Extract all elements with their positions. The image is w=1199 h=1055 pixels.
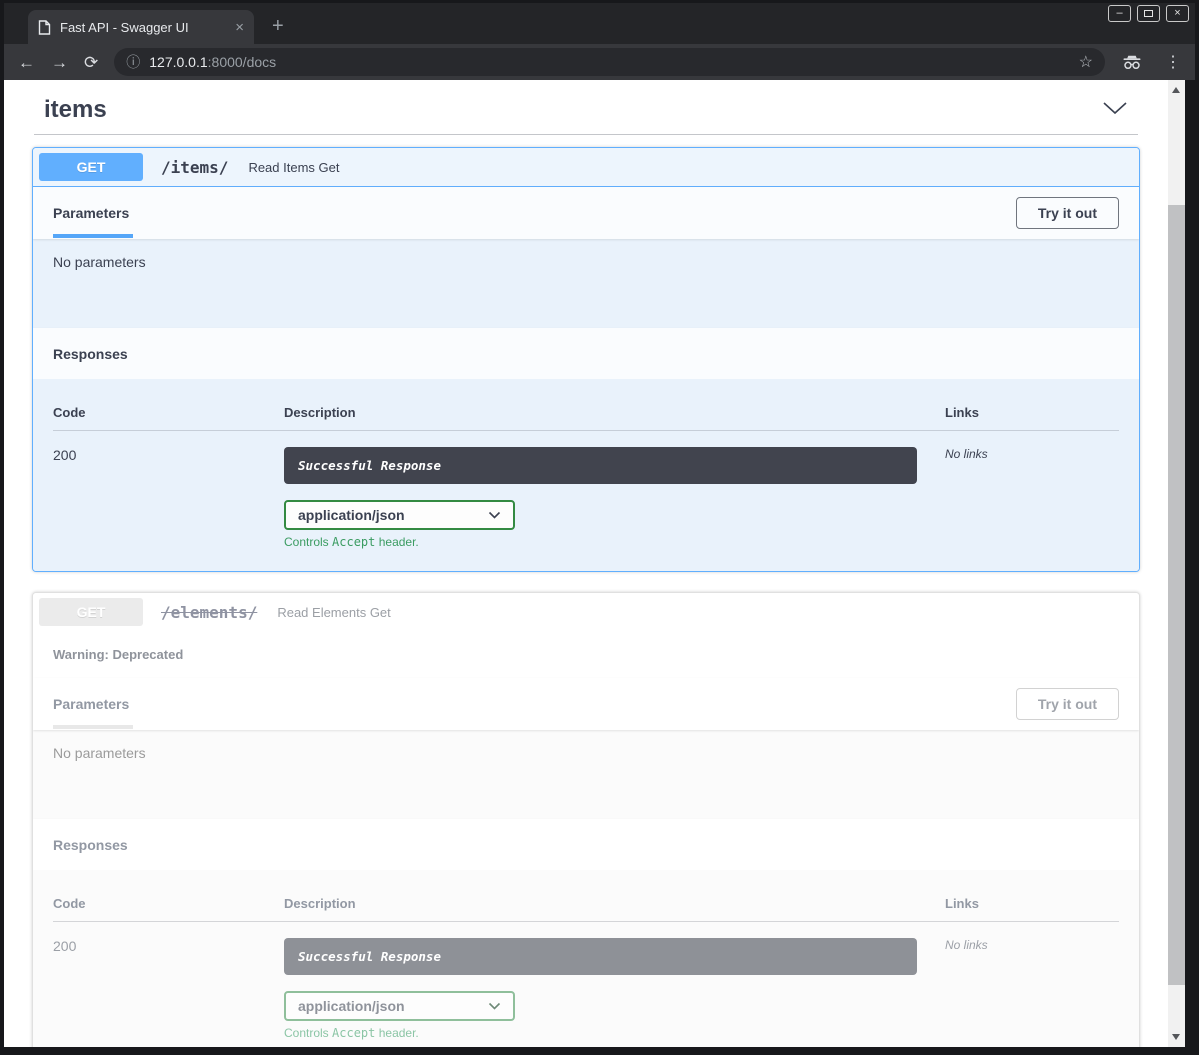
parameters-header: Parameters Try it out [33, 678, 1139, 730]
address-bar[interactable]: ⓘ 127.0.0.1:8000/docs ☆ [114, 48, 1105, 76]
reload-icon[interactable]: ⟳ [84, 54, 98, 71]
no-parameters-text: No parameters [33, 730, 1139, 819]
scrollbar-thumb[interactable] [1168, 205, 1185, 985]
browser-toolbar: ← → ⟳ ⓘ 127.0.0.1:8000/docs ☆ ⋮ [4, 44, 1195, 80]
response-description: Successful Response [284, 938, 917, 975]
responses-table: Code Description Links 200 Successful Re… [33, 379, 1139, 571]
new-tab-icon[interactable]: + [272, 15, 284, 38]
accept-note-mono: Accept [332, 535, 375, 549]
tag-title: items [44, 96, 107, 124]
opblock-get-items: GET /items/ Read Items Get Parameters Tr… [32, 147, 1140, 572]
accept-note-suffix: header. [375, 1026, 418, 1040]
accept-note-prefix: Controls [284, 1026, 332, 1040]
accept-header-note: Controls Accept header. [284, 535, 945, 549]
responses-label: Responses [53, 837, 128, 853]
response-code: 200 [53, 447, 284, 549]
response-description-cell: Successful Response application/json Con… [284, 447, 945, 549]
browser-window: Fast API - Swagger UI × + – × ← → ⟳ ⓘ 12… [0, 0, 1199, 1055]
try-it-out-button[interactable]: Try it out [1016, 688, 1119, 720]
accept-header-note: Controls Accept header. [284, 1026, 945, 1040]
active-tab-underline [53, 234, 133, 238]
scroll-down-icon[interactable] [1172, 1034, 1180, 1040]
opblock-summary[interactable]: GET /elements/ Read Elements Get [33, 593, 1139, 631]
forward-icon[interactable]: → [51, 54, 68, 71]
response-description: Successful Response [284, 447, 917, 484]
parameters-tab[interactable]: Parameters [53, 696, 129, 712]
endpoint-summary: Read Items Get [248, 160, 339, 175]
links-header: Links [945, 405, 1119, 420]
incognito-icon [1121, 55, 1143, 70]
close-icon[interactable]: × [1166, 5, 1189, 22]
opblock-get-elements-deprecated: GET /elements/ Read Elements Get Warning… [32, 592, 1140, 1047]
scroll-up-icon[interactable] [1172, 87, 1180, 93]
media-type-select[interactable]: application/json [284, 991, 515, 1021]
no-links-text: No links [945, 447, 1119, 549]
tab-title: Fast API - Swagger UI [60, 20, 227, 35]
links-header: Links [945, 896, 1119, 911]
active-tab-underline [53, 725, 133, 729]
deprecated-warning-text: Warning: Deprecated [53, 647, 183, 662]
parameters-tab[interactable]: Parameters [53, 205, 129, 221]
page-icon [38, 20, 51, 35]
description-header: Description [284, 896, 945, 911]
star-icon[interactable]: ☆ [1079, 52, 1093, 72]
response-row: 200 Successful Response application/json… [53, 431, 1119, 549]
responses-header: Responses [33, 819, 1139, 870]
url-path: :8000/docs [208, 54, 277, 70]
responses-table-header: Code Description Links [53, 393, 1119, 431]
page-viewport: items GET /items/ Read Items Get Paramet… [4, 80, 1185, 1047]
deprecated-warning-row: Warning: Deprecated [33, 631, 1139, 678]
media-type-select[interactable]: application/json [284, 500, 515, 530]
endpoint-path: /items/ [153, 158, 238, 177]
back-icon[interactable]: ← [18, 54, 35, 71]
minimize-icon[interactable]: – [1108, 5, 1131, 22]
media-type-value: application/json [298, 998, 405, 1014]
response-row: 200 Successful Response application/json… [53, 922, 1119, 1040]
responses-label: Responses [53, 346, 128, 362]
url-host: 127.0.0.1 [149, 54, 207, 70]
code-header: Code [53, 896, 284, 911]
method-badge: GET [39, 598, 143, 626]
browser-tab[interactable]: Fast API - Swagger UI × [28, 10, 254, 44]
endpoint-path: /elements/ [153, 603, 267, 622]
responses-table-header: Code Description Links [53, 884, 1119, 922]
page-scrollbar[interactable] [1168, 80, 1185, 1047]
tag-header[interactable]: items [32, 90, 1140, 134]
accept-note-prefix: Controls [284, 535, 332, 549]
code-header: Code [53, 405, 284, 420]
tab-strip: Fast API - Swagger UI × + – × [4, 3, 1195, 44]
method-badge: GET [39, 153, 143, 181]
accept-note-suffix: header. [375, 535, 418, 549]
parameters-header: Parameters Try it out [33, 187, 1139, 239]
url-text[interactable]: 127.0.0.1:8000/docs [149, 54, 276, 70]
select-chevron-icon [488, 506, 501, 524]
accept-note-mono: Accept [332, 1026, 375, 1040]
menu-kebab-icon[interactable]: ⋮ [1159, 52, 1187, 72]
no-parameters-text: No parameters [33, 239, 1139, 328]
no-links-text: No links [945, 938, 1119, 1040]
responses-table: Code Description Links 200 Successful Re… [33, 870, 1139, 1047]
tab-close-icon[interactable]: × [235, 19, 244, 36]
swagger-content: items GET /items/ Read Items Get Paramet… [4, 80, 1168, 1047]
info-icon[interactable]: ⓘ [126, 52, 140, 72]
description-header: Description [284, 405, 945, 420]
chevron-down-icon[interactable] [1102, 101, 1128, 120]
tag-divider [34, 134, 1138, 135]
opblock-summary[interactable]: GET /items/ Read Items Get [33, 148, 1139, 187]
response-description-cell: Successful Response application/json Con… [284, 938, 945, 1040]
try-it-out-button[interactable]: Try it out [1016, 197, 1119, 229]
media-type-value: application/json [298, 507, 405, 523]
select-chevron-icon [488, 997, 501, 1015]
maximize-icon[interactable] [1137, 5, 1160, 22]
window-controls: – × [1108, 5, 1189, 22]
endpoint-summary: Read Elements Get [277, 605, 390, 620]
response-code: 200 [53, 938, 284, 1040]
responses-header: Responses [33, 328, 1139, 379]
